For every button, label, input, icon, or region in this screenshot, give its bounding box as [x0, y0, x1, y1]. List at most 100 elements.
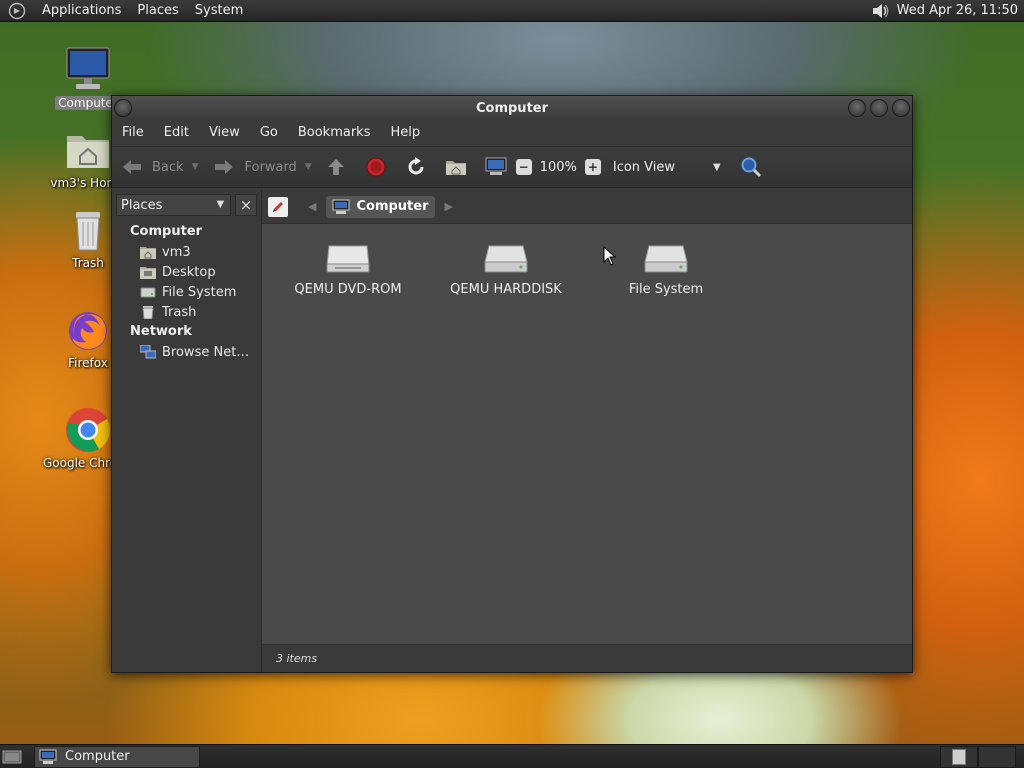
places-tree: Computer vm3 Desktop File System Trash N… [112, 220, 261, 362]
menu-file[interactable]: File [112, 120, 154, 146]
breadcrumb-computer[interactable]: Computer [326, 195, 435, 218]
close-icon: × [239, 196, 253, 214]
chevron-down-icon: ▼ [216, 199, 225, 210]
sidebar-close-button[interactable]: × [235, 194, 257, 216]
home-folder-icon [64, 126, 112, 174]
sidebar-section-network[interactable]: Network [112, 322, 261, 342]
window-body: Places ▼ × Computer vm3 Desktop File Sys… [112, 190, 912, 672]
menu-bookmarks[interactable]: Bookmarks [288, 120, 381, 146]
zoom-in-button[interactable]: + [584, 152, 601, 182]
menubar: File Edit View Go Bookmarks Help [112, 120, 912, 146]
reload-icon [404, 155, 428, 179]
view-mode-select[interactable]: Icon View ▼ [613, 152, 721, 182]
zoom-out-button[interactable]: − [515, 152, 532, 182]
up-button[interactable] [324, 152, 348, 182]
path-scroll-right-icon[interactable]: ▶ [445, 200, 453, 213]
menu-go[interactable]: Go [250, 120, 288, 146]
workspace-2[interactable] [978, 745, 1016, 768]
sidebar-type-label: Places [121, 197, 163, 213]
taskbar-item-computer[interactable]: Computer [34, 745, 200, 768]
sidebar-section-computer[interactable]: Computer [112, 222, 261, 242]
path-scroll-left-icon[interactable]: ◀ [308, 200, 316, 213]
close-button[interactable] [892, 99, 910, 117]
toolbar: Back ▼ Forward ▼ − 100% + Icon View ▼ [112, 146, 912, 188]
status-bar: 3 items [262, 644, 912, 672]
sidebar-item-vm3[interactable]: vm3 [112, 242, 261, 262]
harddisk-icon [596, 238, 736, 278]
file-manager-window: Computer File Edit View Go Bookmarks Hel… [111, 95, 913, 673]
clock[interactable]: Wed Apr 26, 11:50 [897, 3, 1024, 18]
sidebar: Places ▼ × Computer vm3 Desktop File Sys… [112, 190, 262, 672]
forward-history-dropdown-icon[interactable]: ▼ [305, 162, 312, 172]
sidebar-item-label: vm3 [162, 244, 191, 260]
system-menu[interactable]: System [187, 0, 251, 22]
maximize-button[interactable] [870, 99, 888, 117]
sidebar-header: Places ▼ × [112, 190, 261, 220]
back-label: Back [152, 159, 184, 175]
zoom-level[interactable]: 100% [540, 152, 577, 182]
computer-button[interactable] [484, 152, 508, 182]
reload-button[interactable] [404, 152, 428, 182]
menu-help[interactable]: Help [380, 120, 430, 146]
optical-drive-icon [278, 238, 418, 278]
harddisk-icon [436, 238, 576, 278]
applications-menu[interactable]: Applications [34, 0, 129, 22]
show-desktop-button[interactable] [0, 745, 24, 768]
workspace-1[interactable] [940, 745, 978, 768]
chrome-icon [64, 406, 112, 454]
edit-location-button[interactable] [268, 196, 288, 217]
search-button[interactable] [739, 152, 763, 182]
sidebar-item-label: Desktop [162, 264, 216, 280]
file-item-harddisk[interactable]: QEMU HARDDISK [436, 238, 576, 297]
up-arrow-icon [324, 155, 348, 179]
trash-icon [140, 304, 156, 320]
desktop-icon-label: Firefox [68, 356, 108, 370]
computer-icon [39, 749, 57, 765]
zoom-in-icon: + [584, 159, 601, 175]
firefox-icon [64, 306, 112, 354]
forward-arrow-icon [212, 155, 236, 179]
sidebar-item-file-system[interactable]: File System [112, 282, 261, 302]
desktop-folder-icon [140, 264, 156, 280]
taskbar-item-label: Computer [65, 749, 130, 764]
file-item-label: QEMU DVD-ROM [294, 282, 402, 297]
computer-icon [332, 199, 350, 215]
home-button[interactable] [444, 152, 468, 182]
window-titlebar[interactable]: Computer [112, 96, 912, 120]
mouse-cursor-icon [603, 245, 617, 270]
trash-icon [64, 206, 112, 254]
forward-button[interactable]: Forward ▼ [212, 152, 312, 182]
icon-view: QEMU DVD-ROM QEMU HARDDISK File System [262, 224, 912, 642]
sidebar-item-desktop[interactable]: Desktop [112, 262, 261, 282]
file-item-file-system[interactable]: File System [596, 238, 736, 297]
menu-edit[interactable]: Edit [154, 120, 199, 146]
show-desktop-icon [2, 750, 22, 763]
places-menu[interactable]: Places [129, 0, 186, 22]
view-mode-label: Icon View [612, 159, 676, 175]
location-bar: ◀ Computer ▶ [262, 190, 912, 224]
window-menu-button[interactable] [114, 99, 132, 117]
file-item-dvd-rom[interactable]: QEMU DVD-ROM [278, 238, 418, 297]
desktop-icon-label: Trash [72, 256, 104, 270]
volume-icon[interactable] [869, 0, 891, 22]
top-panel: Applications Places System Wed Apr 26, 1… [0, 0, 1024, 22]
drive-icon [140, 284, 156, 300]
forward-label: Forward [244, 159, 297, 175]
gnome-foot-icon[interactable] [6, 0, 28, 22]
home-folder-icon [444, 155, 468, 179]
sidebar-type-select[interactable]: Places ▼ [116, 194, 232, 216]
home-folder-icon [140, 244, 156, 260]
pencil-icon [273, 201, 283, 212]
sidebar-item-browse-network[interactable]: Browse Net… [112, 342, 261, 362]
stop-button[interactable] [364, 152, 388, 182]
menu-view[interactable]: View [199, 120, 250, 146]
computer-icon [484, 155, 508, 179]
network-icon [140, 344, 156, 360]
window-title: Computer [475, 100, 549, 116]
back-history-dropdown-icon[interactable]: ▼ [192, 162, 199, 172]
file-item-label: QEMU HARDDISK [450, 282, 562, 297]
back-arrow-icon [120, 155, 144, 179]
back-button[interactable]: Back ▼ [120, 152, 198, 182]
sidebar-item-trash[interactable]: Trash [112, 302, 261, 322]
minimize-button[interactable] [848, 99, 866, 117]
